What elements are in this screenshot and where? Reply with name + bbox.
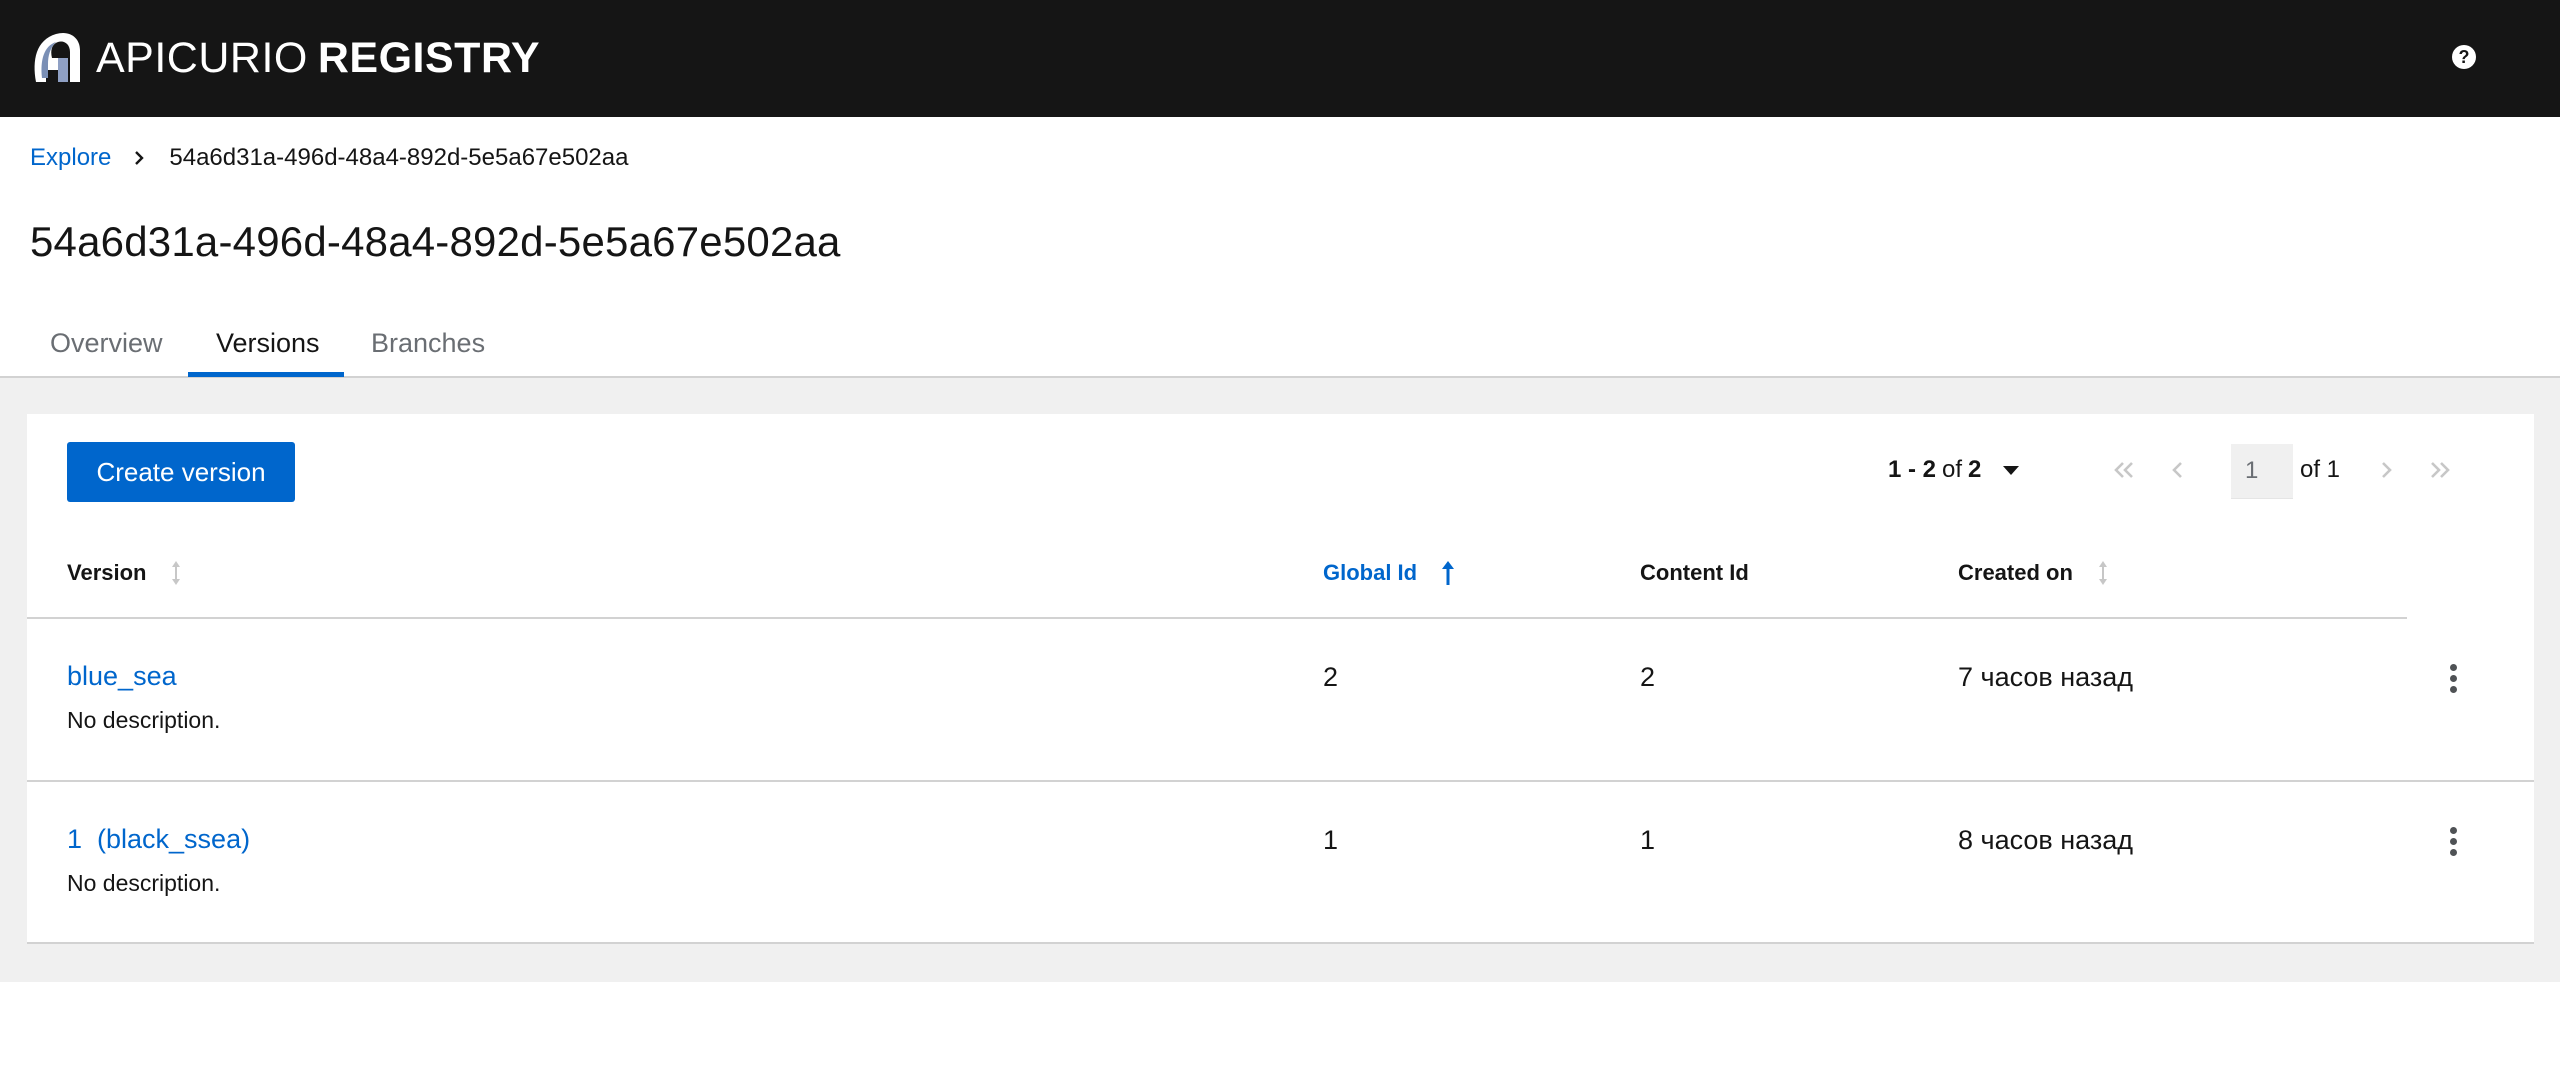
angle-right-icon [2382, 462, 2392, 478]
global-id-cell: 2 [1323, 662, 1339, 692]
current-page-input[interactable] [2231, 444, 2293, 499]
kebab-dot [2449, 663, 2457, 671]
breadcrumb: Explore 54a6d31a-496d-48a4-892d-5e5a67e5… [30, 144, 628, 172]
column-header-label: Version [67, 560, 147, 585]
version-link[interactable]: 1 (black_ssea) [67, 824, 250, 855]
kebab-dot [2449, 837, 2457, 845]
long-arrow-up-icon [1442, 561, 1455, 585]
kebab-dot [2449, 674, 2457, 682]
column-header-label: Content Id [1640, 560, 1749, 585]
apicurio-logo[interactable]: APICURIO REGISTRY [30, 30, 540, 86]
sort-icon [172, 561, 181, 585]
version-link[interactable]: blue_sea [67, 661, 177, 692]
help-icon[interactable]: ? [2452, 45, 2476, 69]
first-page-button[interactable] [2109, 455, 2139, 485]
version-description: No description. [67, 707, 221, 733]
tab-overview[interactable]: Overview [50, 328, 163, 378]
breadcrumb-current: 54a6d31a-496d-48a4-892d-5e5a67e502aa [169, 144, 629, 171]
created-on-cell: 7 часов назад [1958, 662, 2134, 692]
column-header-created-on[interactable]: Created on [1958, 558, 2109, 588]
versions-card [27, 414, 2534, 944]
brand-light: APICURIO [96, 33, 308, 82]
kebab-dot [2449, 685, 2457, 693]
row-actions-kebab-icon[interactable] [2441, 658, 2465, 698]
kebab-dot [2449, 826, 2457, 834]
row-divider [27, 942, 2534, 944]
column-header-global-id[interactable]: Global Id [1323, 558, 1455, 588]
table-header-divider [27, 617, 2407, 619]
row-actions-kebab-icon[interactable] [2441, 821, 2465, 861]
tabs: Overview Versions Branches [0, 318, 2560, 378]
pagination-of-label: of [1942, 456, 1963, 483]
previous-page-button[interactable] [2163, 455, 2193, 485]
created-on-cell: 8 часов назад [1958, 825, 2134, 855]
brand-bold: REGISTRY [317, 33, 541, 82]
column-header-label: Created on [1958, 560, 2073, 585]
page-title: 54a6d31a-496d-48a4-892d-5e5a67e502aa [30, 218, 841, 265]
content-id-cell: 1 [1640, 825, 1656, 855]
column-header-version[interactable]: Version [67, 558, 182, 588]
kebab-dot [2449, 848, 2457, 856]
content-id-cell: 2 [1640, 662, 1656, 692]
apicurio-logo-icon [34, 32, 80, 82]
tab-branches[interactable]: Branches [371, 328, 485, 378]
masthead: APICURIO REGISTRY ? [0, 0, 2560, 117]
breadcrumb-explore-link[interactable]: Explore [30, 144, 111, 172]
angle-double-right-icon [2431, 462, 2450, 478]
active-tab-indicator [188, 372, 344, 377]
row-divider [27, 780, 2534, 782]
page-of-label: of 1 [2300, 456, 2341, 483]
create-version-button[interactable]: Create version [67, 442, 295, 502]
pagination-total: 2 [1968, 456, 1982, 483]
next-page-button[interactable] [2371, 455, 2401, 485]
pagination-range: 1 - 2 [1888, 456, 1937, 483]
brand-name: APICURIO REGISTRY [96, 33, 541, 82]
tab-versions[interactable]: Versions [216, 328, 320, 378]
last-page-button[interactable] [2425, 455, 2455, 485]
column-header-content-id: Content Id [1640, 558, 1749, 588]
angle-left-icon [2172, 462, 2182, 478]
caret-down-icon [2003, 465, 2020, 475]
sort-icon [2098, 561, 2107, 585]
version-description: No description. [67, 870, 221, 896]
pagination-toggle[interactable]: 1 - 2 of 2 [1888, 452, 2020, 488]
column-header-label: Global Id [1323, 560, 1418, 585]
angle-double-left-icon [2114, 462, 2133, 478]
global-id-cell: 1 [1323, 825, 1339, 855]
chevron-right-icon [135, 151, 145, 165]
